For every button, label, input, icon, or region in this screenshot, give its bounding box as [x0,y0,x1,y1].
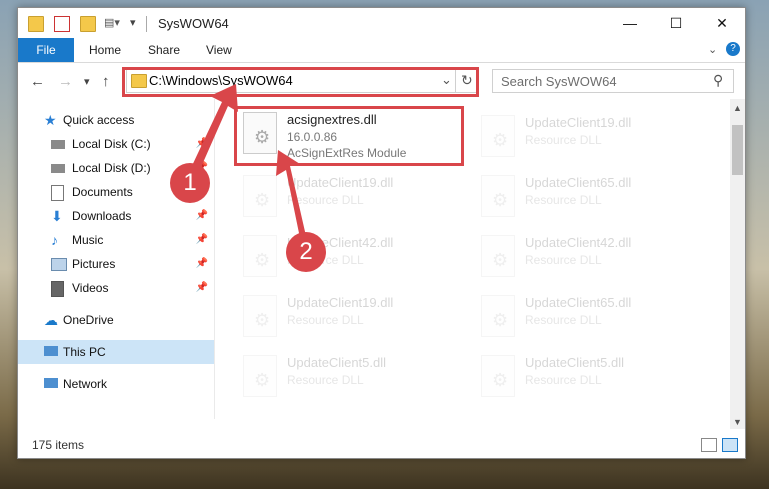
step-1-badge: 1 [170,163,210,203]
annotation-arrows [190,84,306,238]
arrow-1 [190,84,238,174]
arrow-2 [276,150,306,238]
step-2-badge: 2 [286,232,326,272]
